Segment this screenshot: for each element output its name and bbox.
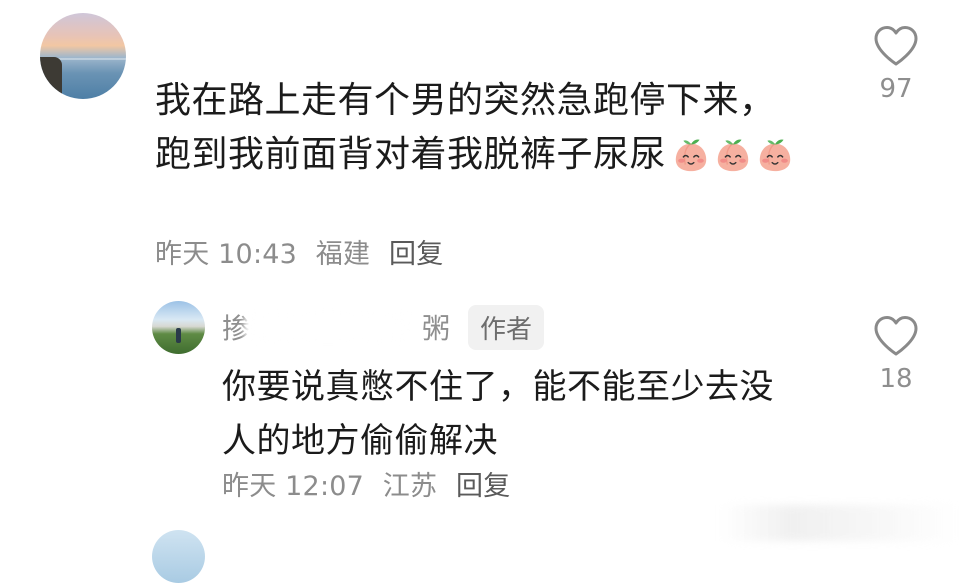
comment-body: 我在路上走有个男的突然急跑停下来， 跑到我前面背对着我脱裤子尿尿 — [155, 74, 835, 182]
reply-like-count: 18 — [879, 364, 913, 394]
comment-text-line2-text: 跑到我前面背对着我脱裤子尿尿 — [155, 134, 667, 175]
name-redaction-blur — [244, 311, 412, 343]
reply-like-button[interactable]: 18 — [866, 314, 926, 394]
heart-outline-icon[interactable] — [872, 314, 920, 358]
comment-like-button[interactable]: 97 — [866, 24, 926, 104]
next-commenter-avatar[interactable] — [152, 530, 205, 583]
emoji-group — [672, 136, 794, 174]
author-badge: 作者 — [468, 304, 545, 350]
comment-text-line1: 我在路上走有个男的突然急跑停下来， — [155, 80, 776, 121]
reply-reply-button[interactable]: 回复 — [456, 471, 510, 502]
reply-author-avatar[interactable] — [152, 301, 205, 354]
avatar-person — [176, 328, 181, 343]
watermark-blur — [720, 505, 960, 541]
reply-author-name-end: 粥 — [422, 312, 451, 345]
reply-body: 你要说真憋不住了，能不能至少去没 人的地方偷偷解决 — [222, 360, 842, 468]
reply-author-name[interactable]: 掺粥 — [222, 307, 450, 347]
peach-face-emoji — [672, 136, 710, 174]
comment-text-line2: 跑到我前面背对着我脱裤子尿尿 — [155, 128, 835, 182]
avatar-rock — [40, 57, 62, 97]
peach-face-emoji — [756, 136, 794, 174]
comment-location: 福建 — [315, 239, 371, 270]
reply-text-line1: 你要说真憋不住了，能不能至少去没 — [222, 367, 774, 407]
reply-location: 江苏 — [382, 471, 438, 502]
comment-time: 昨天 10:43 — [155, 239, 297, 270]
heart-outline-icon[interactable] — [872, 24, 920, 68]
reply-header: 掺粥 作者 — [222, 304, 545, 350]
comment-like-count: 97 — [879, 74, 913, 104]
reply-time: 昨天 12:07 — [222, 471, 364, 502]
reply-text-line2: 人的地方偷偷解决 — [222, 421, 498, 461]
comment-meta: 昨天 10:43 福建 回复 — [155, 232, 453, 271]
reply-meta: 昨天 12:07 江苏 回复 — [222, 464, 520, 503]
commenter-avatar[interactable] — [40, 13, 126, 99]
peach-face-emoji — [714, 136, 752, 174]
comment-reply-button[interactable]: 回复 — [389, 239, 443, 270]
